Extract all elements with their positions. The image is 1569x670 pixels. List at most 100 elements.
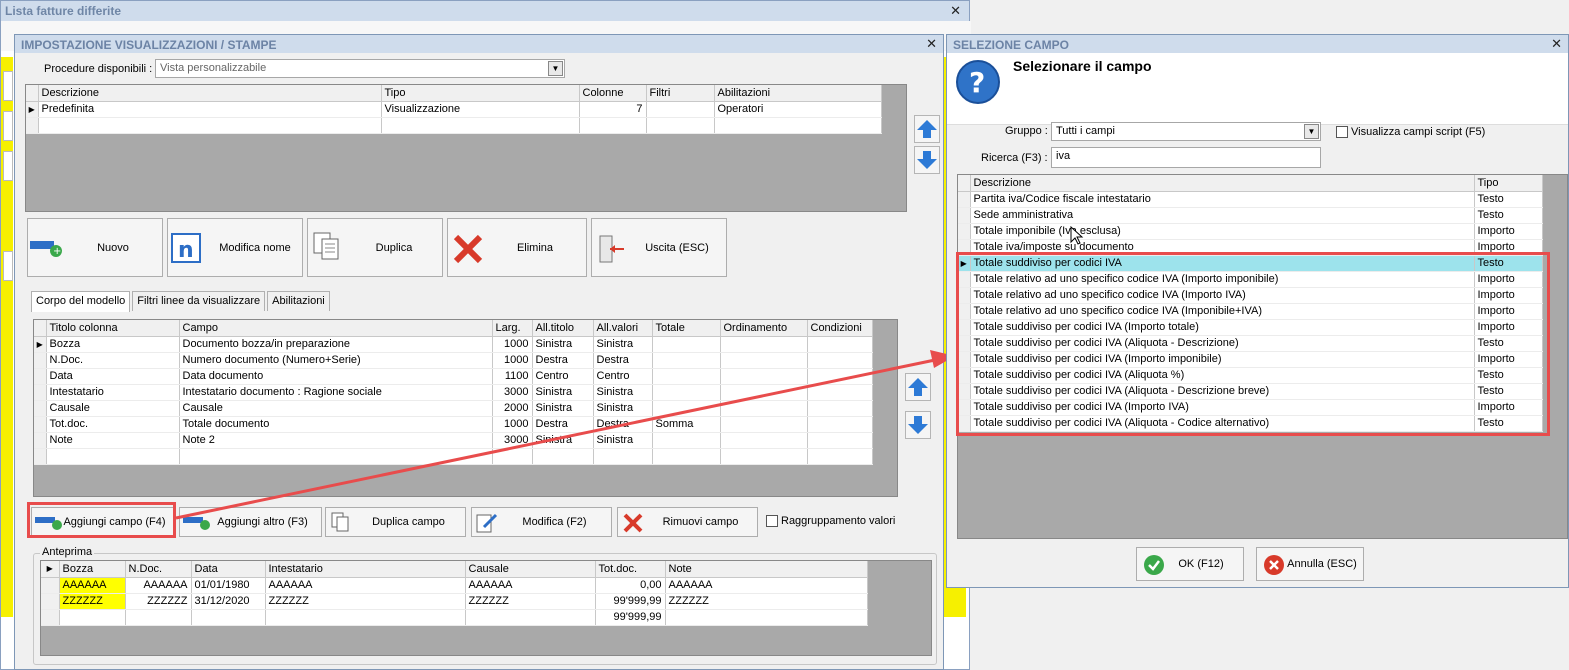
column-header[interactable]: Tot.doc.: [595, 561, 666, 578]
column-header[interactable]: Data: [191, 561, 266, 578]
table-row[interactable]: ZZZZZZ ZZZZZZ 31/12/2020 ZZZZZZ ZZZZZZ 99'999…: [41, 593, 868, 610]
table-row[interactable]: Totale iva/imposte su documento Importo: [958, 239, 1543, 256]
table-row[interactable]: Totale suddiviso per codici IVA (Importo…: [958, 319, 1543, 336]
row-indicator[interactable]: [41, 609, 60, 626]
row-indicator[interactable]: [958, 303, 971, 320]
column-header[interactable]: Causale: [465, 561, 596, 578]
duplicate-field-button[interactable]: Duplica campo: [325, 507, 466, 537]
column-header[interactable]: Colonne: [579, 85, 647, 102]
row-indicator[interactable]: [958, 415, 971, 432]
row-indicator[interactable]: ▶: [958, 255, 971, 272]
column-header[interactable]: Tipo: [1474, 175, 1543, 192]
checkbox-box[interactable]: [766, 515, 778, 527]
table-row[interactable]: Totale suddiviso per codici IVA (Aliquot…: [958, 383, 1543, 400]
row-indicator[interactable]: [958, 191, 971, 208]
new-button[interactable]: + Nuovo: [27, 218, 163, 277]
table-row[interactable]: Totale imponibile (Iva esclusa) Importo: [958, 223, 1543, 240]
add-other-button[interactable]: Aggiungi altro (F3): [179, 507, 322, 537]
table-row[interactable]: Sede amministrativa Testo: [958, 207, 1543, 224]
row-indicator[interactable]: [958, 383, 971, 400]
column-header[interactable]: Descrizione: [38, 85, 382, 102]
table-row[interactable]: 99'999,99: [41, 609, 868, 626]
row-indicator[interactable]: [958, 335, 971, 352]
rename-button[interactable]: n Modifica nome: [167, 218, 303, 277]
row-indicator[interactable]: [34, 400, 47, 417]
table-row[interactable]: Totale suddiviso per codici IVA (Aliquot…: [958, 367, 1543, 384]
close-icon[interactable]: ✕: [926, 36, 937, 52]
close-icon[interactable]: ✕: [1551, 36, 1562, 52]
row-indicator[interactable]: [34, 448, 47, 465]
row-indicator[interactable]: [958, 239, 971, 256]
row-indicator[interactable]: [958, 223, 971, 240]
table-row[interactable]: [26, 117, 882, 134]
checkbox-box[interactable]: [1336, 126, 1348, 138]
chevron-down-icon[interactable]: ▼: [1304, 124, 1319, 139]
row-indicator[interactable]: [26, 117, 39, 134]
add-field-button[interactable]: Aggiungi campo (F4): [31, 507, 174, 537]
table-row[interactable]: ▶ Predefinita Visualizzazione 7 Operatori: [26, 101, 882, 118]
move-down-button[interactable]: [914, 146, 940, 174]
column-header[interactable]: Larg.: [492, 320, 533, 337]
show-script-fields-checkbox[interactable]: Visualizza campi script (F5): [1336, 126, 1485, 138]
table-row[interactable]: Note Note 2 3000 Sinistra Sinistra: [34, 432, 873, 449]
row-indicator[interactable]: [41, 577, 60, 594]
search-input[interactable]: iva: [1051, 147, 1321, 168]
table-row[interactable]: Tot.doc. Totale documento 1000 Destra Destra…: [34, 416, 873, 433]
exit-button[interactable]: Uscita (ESC): [591, 218, 727, 277]
column-header[interactable]: Filtri: [646, 85, 715, 102]
table-row[interactable]: Totale suddiviso per codici IVA (Importo…: [958, 399, 1543, 416]
column-header[interactable]: Tipo: [381, 85, 580, 102]
row-indicator[interactable]: [958, 271, 971, 288]
row-indicator[interactable]: [958, 399, 971, 416]
row-indicator[interactable]: [958, 351, 971, 368]
column-header[interactable]: Titolo colonna: [46, 320, 180, 337]
column-header[interactable]: Note: [665, 561, 868, 578]
column-header[interactable]: Descrizione: [970, 175, 1475, 192]
group-select[interactable]: Tutti i campi ▼: [1051, 122, 1321, 141]
tab-corpo-modello[interactable]: Corpo del modello: [31, 291, 131, 312]
group-values-checkbox[interactable]: Raggruppamento valori: [766, 515, 895, 527]
row-indicator[interactable]: [958, 319, 971, 336]
column-header[interactable]: Condizioni: [807, 320, 873, 337]
tab-filtri-linee[interactable]: Filtri linee da visualizzare: [132, 291, 266, 311]
row-indicator[interactable]: [34, 368, 47, 385]
table-row[interactable]: N.Doc. Numero documento (Numero+Serie) 100…: [34, 352, 873, 369]
cancel-button[interactable]: Annulla (ESC): [1256, 547, 1364, 581]
ok-button[interactable]: OK (F12): [1136, 547, 1244, 581]
row-indicator[interactable]: [34, 416, 47, 433]
field-move-down-button[interactable]: [905, 411, 931, 439]
row-indicator[interactable]: [34, 384, 47, 401]
row-indicator[interactable]: [958, 287, 971, 304]
duplicate-button[interactable]: Duplica: [307, 218, 443, 277]
table-row[interactable]: Totale relativo ad uno specifico codice …: [958, 287, 1543, 304]
move-up-button[interactable]: [914, 115, 940, 143]
chevron-down-icon[interactable]: ▼: [548, 61, 563, 76]
table-row[interactable]: Totale suddiviso per codici IVA (Aliquot…: [958, 335, 1543, 352]
row-indicator[interactable]: [41, 593, 60, 610]
procedure-select[interactable]: Vista personalizzabile ▼: [155, 59, 565, 78]
column-header[interactable]: Abilitazioni: [714, 85, 882, 102]
row-indicator[interactable]: [34, 352, 47, 369]
table-row[interactable]: Causale Causale 2000 Sinistra Sinistra: [34, 400, 873, 417]
table-row[interactable]: Totale relativo ad uno specifico codice …: [958, 303, 1543, 320]
column-header[interactable]: Intestatario: [265, 561, 466, 578]
delete-button[interactable]: Elimina: [447, 218, 587, 277]
column-header[interactable]: All.titolo: [532, 320, 594, 337]
table-row[interactable]: Intestatario Intestatario documento : Rag…: [34, 384, 873, 401]
table-row[interactable]: AAAAAA AAAAAA 01/01/1980 AAAAAA AAAAAA 0,00 AA…: [41, 577, 868, 594]
edit-field-button[interactable]: Modifica (F2): [471, 507, 612, 537]
remove-field-button[interactable]: Rimuovi campo: [617, 507, 758, 537]
table-row[interactable]: Totale relativo ad uno specifico codice …: [958, 271, 1543, 288]
table-row[interactable]: [34, 448, 873, 465]
column-header[interactable]: All.valori: [593, 320, 653, 337]
column-header[interactable]: Campo: [179, 320, 493, 337]
table-row[interactable]: ▶ Bozza Documento bozza/in preparazione 100…: [34, 336, 873, 353]
column-header[interactable]: Bozza: [59, 561, 126, 578]
column-header[interactable]: Ordinamento: [720, 320, 808, 337]
table-row[interactable]: Data Data documento 1100 Centro Centro: [34, 368, 873, 385]
table-row[interactable]: Partita iva/Codice fiscale intestatario T…: [958, 191, 1543, 208]
row-indicator[interactable]: [34, 432, 47, 449]
row-indicator[interactable]: ▶: [26, 101, 39, 118]
table-row[interactable]: ▶ Totale suddiviso per codici IVA Testo: [958, 255, 1543, 272]
field-move-up-button[interactable]: [905, 373, 931, 401]
